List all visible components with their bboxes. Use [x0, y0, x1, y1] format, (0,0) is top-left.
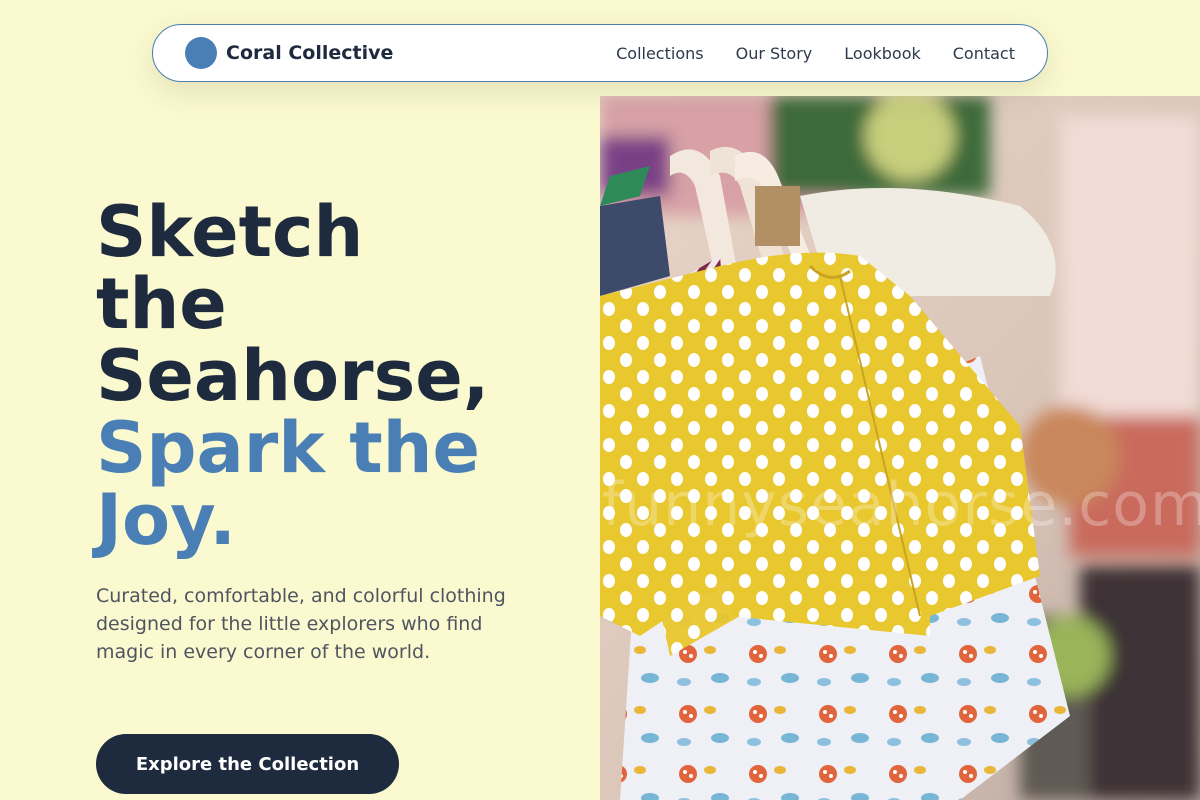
- kids-clothing-photo-icon: [600, 96, 1200, 800]
- hero-title: Sketch the Seahorse, Spark the Joy.: [96, 196, 566, 556]
- top-navbar: Coral Collective Collections Our Story L…: [152, 24, 1048, 82]
- hero-description: Curated, comfortable, and colorful cloth…: [96, 585, 506, 663]
- hero-title-accent: Spark the: [96, 407, 480, 489]
- brand[interactable]: Coral Collective: [185, 37, 393, 69]
- hero-title-line: the: [96, 263, 227, 345]
- hero-title-accent: Joy.: [96, 479, 236, 561]
- nav-link-contact[interactable]: Contact: [953, 44, 1015, 63]
- brand-name: Coral Collective: [226, 42, 394, 64]
- nav-link-our-story[interactable]: Our Story: [736, 44, 813, 63]
- nav-links: Collections Our Story Lookbook Contact: [616, 44, 1015, 63]
- hero-image: [600, 96, 1200, 800]
- nav-link-collections[interactable]: Collections: [616, 44, 703, 63]
- watermark-text: funnyseahorse.com: [602, 470, 1200, 540]
- brand-logo-icon: [185, 37, 217, 69]
- hero-title-line: Seahorse,: [96, 335, 490, 417]
- nav-link-lookbook[interactable]: Lookbook: [844, 44, 920, 63]
- explore-collection-button[interactable]: Explore the Collection: [96, 734, 399, 794]
- hero-title-line: Sketch: [96, 191, 364, 273]
